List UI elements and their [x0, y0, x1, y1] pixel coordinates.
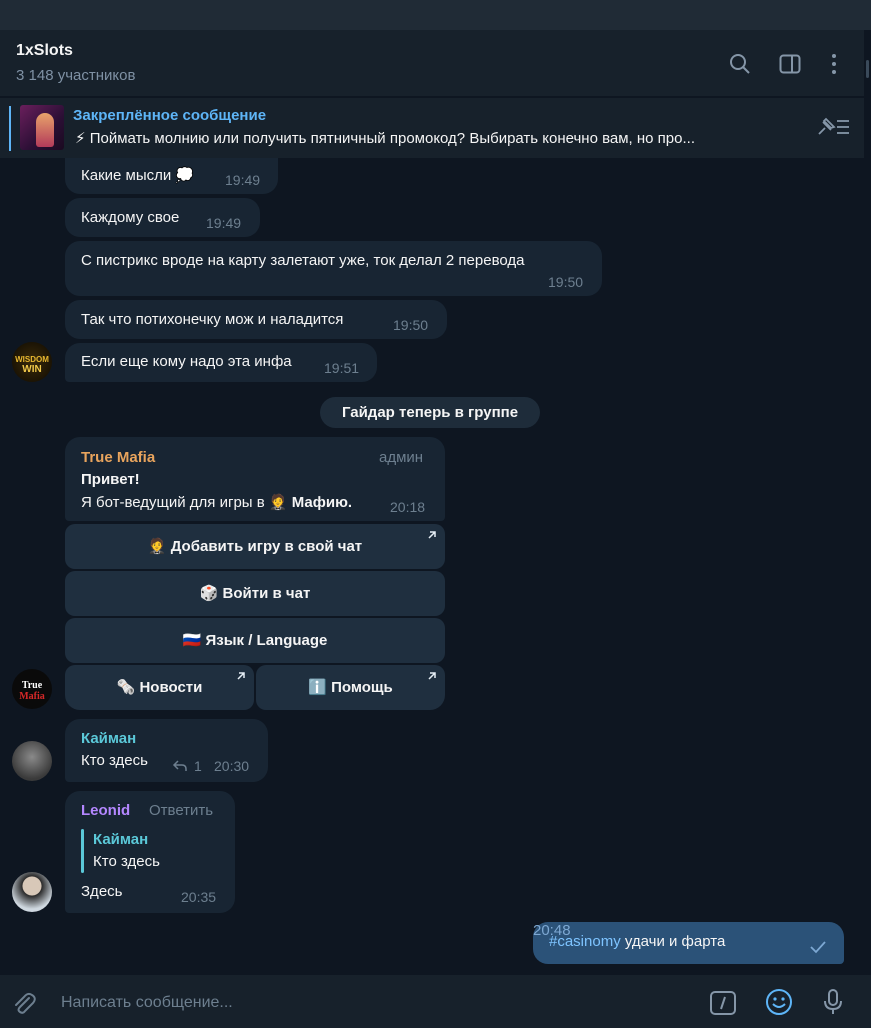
- message-time: 20:35: [181, 889, 217, 905]
- keyboard-button-enter-chat[interactable]: 🎲 Войти в чат: [65, 571, 445, 616]
- message-bubble[interactable]: С пистрикс вроде на карту залетают уже, …: [65, 241, 602, 296]
- pinned-indicator: [9, 106, 11, 151]
- sidebar-toggle-icon[interactable]: [778, 52, 802, 76]
- svg-text:Mafia: Mafia: [19, 691, 45, 702]
- avatar[interactable]: [12, 872, 52, 912]
- message-text-bold: Мафию.: [291, 494, 353, 511]
- message-text-prefix: Я бот-ведущий для игры в 🤵: [81, 494, 288, 511]
- message-text: Кто здесь: [81, 752, 148, 769]
- pinned-title: Закреплённое сообщение: [73, 107, 267, 124]
- quote-bar: [81, 829, 84, 873]
- message-time: 19:51: [324, 360, 360, 376]
- keyboard-button-add-game[interactable]: 🤵 Добавить игру в свой чат: [65, 524, 445, 569]
- external-link-icon: [237, 672, 245, 680]
- message-time: 19:49: [206, 215, 242, 231]
- message-text: Здесь: [81, 883, 123, 900]
- scrollbar-track[interactable]: [864, 30, 871, 975]
- bot-commands-icon[interactable]: [709, 989, 737, 1017]
- sent-check-icon: [810, 941, 826, 954]
- avatar[interactable]: WISDOM WIN: [12, 342, 52, 382]
- message-bubble[interactable]: Если еще кому надо эта инфа 19:51: [65, 343, 377, 382]
- message-time: 20:18: [390, 499, 426, 515]
- svg-text:WIN: WIN: [22, 364, 41, 375]
- chat-title[interactable]: 1xSlots: [16, 42, 73, 60]
- reply-action[interactable]: Ответить: [149, 802, 213, 819]
- keyboard-button-label: 🗞️ Новости: [116, 679, 203, 696]
- message-text: #casinomy удачи и фарта: [549, 933, 725, 950]
- message-time: 20:30: [214, 758, 250, 774]
- message-text: Если еще кому надо эта инфа: [81, 353, 292, 370]
- message-bubble[interactable]: Кайман Кто здесь 1 20:30: [65, 719, 268, 782]
- keyboard-button-label: 🇷🇺 Язык / Language: [182, 632, 328, 649]
- pinned-message-bar[interactable]: Закреплённое сообщение ⚡ Поймать молнию …: [0, 97, 864, 158]
- more-options-icon[interactable]: [822, 52, 846, 76]
- keyboard-button-help[interactable]: ℹ️ Помощь: [256, 665, 445, 710]
- hashtag-link[interactable]: #casinomy: [549, 933, 621, 950]
- pinned-list-icon[interactable]: [815, 116, 851, 138]
- message-text: С пистрикс вроде на карту залетают уже, …: [81, 252, 525, 269]
- pinned-text: ⚡ Поймать молнию или получить пятничный …: [75, 130, 695, 147]
- sender-name[interactable]: True Mafia: [81, 449, 155, 466]
- attach-icon[interactable]: [10, 989, 38, 1017]
- window-top-strip: [0, 0, 871, 30]
- sender-name[interactable]: Leonid: [81, 802, 130, 819]
- emoji-icon[interactable]: [765, 988, 793, 1016]
- pinned-thumbnail: [20, 105, 64, 150]
- message-time: 19:49: [225, 172, 261, 188]
- true-mafia-logo: True Mafia: [19, 680, 45, 702]
- message-bubble[interactable]: Так что потихонечку мож и наладится 19:5…: [65, 300, 447, 339]
- external-link-icon: [428, 672, 436, 680]
- search-icon[interactable]: [728, 52, 752, 76]
- quote-sender[interactable]: Кайман: [93, 831, 148, 848]
- message-input[interactable]: Написать сообщение...: [61, 994, 233, 1012]
- keyboard-button-label: 🎲 Войти в чат: [199, 585, 311, 602]
- keyboard-button-label: 🤵 Добавить игру в свой чат: [147, 538, 363, 555]
- keyboard-button-news[interactable]: 🗞️ Новости: [65, 665, 254, 710]
- sender-name[interactable]: Кайман: [81, 730, 136, 747]
- wisdom-win-logo: WISDOM WIN: [15, 355, 49, 375]
- service-message: Гайдар теперь в группе: [320, 397, 540, 428]
- message-text: Какие мысли 💭: [81, 167, 195, 184]
- message-text-line1: Привет!: [81, 471, 140, 488]
- message-text: Так что потихонечку мож и наладится: [81, 311, 344, 328]
- message-time: 19:50: [393, 317, 429, 333]
- reply-count[interactable]: 1: [194, 758, 202, 774]
- bot-message-bubble[interactable]: True Mafia админ Привет! Я бот-ведущий д…: [65, 437, 445, 521]
- svg-text:WISDOM: WISDOM: [15, 355, 49, 364]
- external-link-icon: [428, 531, 436, 539]
- microphone-icon[interactable]: [819, 988, 847, 1016]
- avatar[interactable]: True Mafia: [12, 669, 52, 709]
- message-bubble[interactable]: Какие мысли 💭 19:49: [65, 158, 278, 194]
- chat-header[interactable]: 1xSlots 3 148 участников: [0, 30, 864, 96]
- reply-arrow-icon[interactable]: [172, 759, 188, 773]
- keyboard-button-label: ℹ️ Помощь: [308, 679, 393, 696]
- svg-text:True: True: [22, 680, 43, 691]
- message-bubble[interactable]: Leonid Ответить Кайман Кто здесь Здесь 2…: [65, 791, 235, 913]
- message-time: 19:50: [548, 274, 584, 290]
- avatar[interactable]: [12, 741, 52, 781]
- admin-badge: админ: [379, 449, 424, 466]
- outgoing-message-bubble[interactable]: #casinomy удачи и фарта 20:48: [533, 922, 844, 964]
- scrollbar-thumb[interactable]: [866, 60, 869, 78]
- message-composer[interactable]: Написать сообщение...: [0, 975, 871, 1028]
- message-text-rest: удачи и фарта: [620, 933, 726, 950]
- message-text-line2: Я бот-ведущий для игры в 🤵 Мафию.: [81, 493, 352, 511]
- keyboard-button-language[interactable]: 🇷🇺 Язык / Language: [65, 618, 445, 663]
- message-text: Каждому свое: [81, 209, 180, 226]
- chat-member-count: 3 148 участников: [16, 67, 136, 84]
- message-bubble[interactable]: Каждому свое 19:49: [65, 198, 260, 237]
- quote-text[interactable]: Кто здесь: [93, 853, 160, 870]
